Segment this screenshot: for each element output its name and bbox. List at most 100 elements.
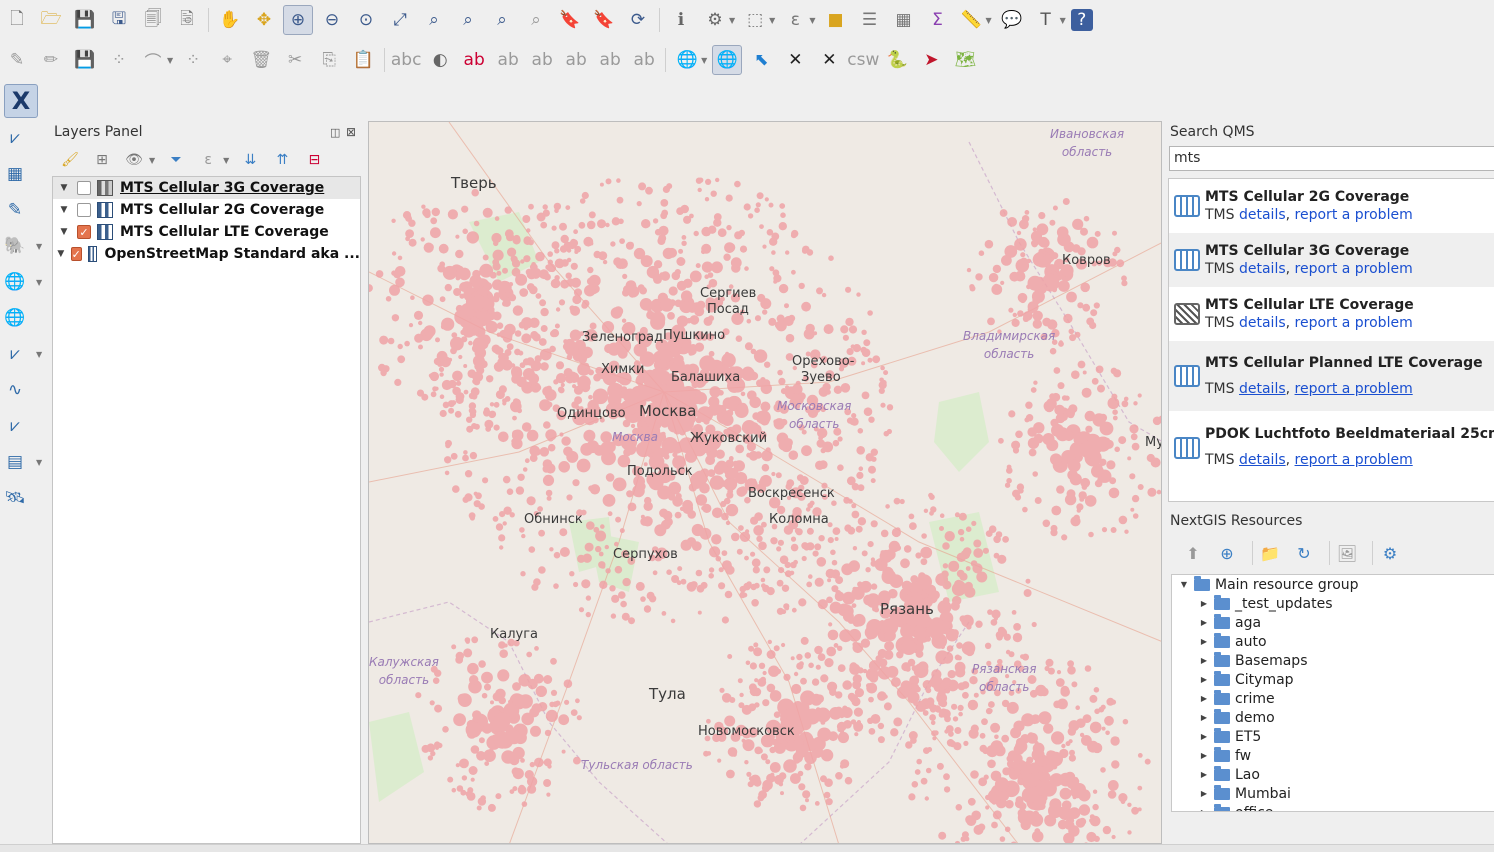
- details-link[interactable]: details: [1239, 452, 1286, 468]
- python-console-icon[interactable]: 🐍: [882, 45, 912, 75]
- chevron-down-icon[interactable]: ▼: [36, 278, 42, 287]
- qms-result-item[interactable]: MTS Cellular 2G Coverage TMS details, re…: [1169, 179, 1494, 233]
- nextgis-logo-button[interactable]: X: [4, 84, 38, 118]
- create-group-icon[interactable]: 📁: [1257, 540, 1283, 566]
- tree-item-row[interactable]: ▶ demo: [1172, 708, 1494, 727]
- tree-item-row[interactable]: ▶ Lao: [1172, 765, 1494, 784]
- filter-expression-icon[interactable]: ε: [196, 148, 220, 172]
- csw-icon[interactable]: csw: [847, 45, 879, 75]
- expand-arrow-icon[interactable]: ▶: [1198, 808, 1210, 811]
- expand-arrow-icon[interactable]: ▶: [1198, 732, 1210, 741]
- details-link[interactable]: details: [1239, 261, 1286, 277]
- new-bookmark-icon[interactable]: 🔖: [555, 5, 585, 35]
- tree-item-row[interactable]: ▶ fw: [1172, 746, 1494, 765]
- zoom-in-icon[interactable]: ⊕: [283, 5, 313, 35]
- report-problem-link[interactable]: report a problem: [1295, 315, 1413, 331]
- new-temporary-layer-icon[interactable]: ▤: [2, 449, 28, 475]
- move-label-icon[interactable]: ab: [561, 45, 591, 75]
- pan-icon[interactable]: ✋: [215, 5, 245, 35]
- zoom-last-icon[interactable]: ⌕: [487, 5, 517, 35]
- refresh-icon[interactable]: ↻: [1291, 540, 1317, 566]
- pin-labels-icon[interactable]: ab: [493, 45, 523, 75]
- new-shapefile-icon[interactable]: ⩗: [2, 413, 28, 439]
- identify-icon[interactable]: ℹ: [666, 5, 696, 35]
- label-toolbar-icon[interactable]: abc: [391, 45, 422, 75]
- expand-arrow-icon[interactable]: ▶: [1198, 656, 1210, 665]
- add-feature-icon[interactable]: ⁘: [104, 45, 134, 75]
- filter-legend-icon[interactable]: ⏷: [164, 148, 188, 172]
- georeferencer-icon[interactable]: 🛰: [2, 485, 28, 511]
- chevron-down-icon[interactable]: ▼: [36, 350, 42, 359]
- qms-result-item[interactable]: PDOK Luchtfoto Beeldmateriaal 25cm TMS d…: [1169, 411, 1494, 481]
- map-tips-icon[interactable]: 💬: [997, 5, 1027, 35]
- map-canvas[interactable]: Тверь Сергиев Посад Зеленоград Пушкино Х…: [368, 121, 1162, 844]
- layer-row-osm[interactable]: ▼ ✓ OpenStreetMap Standard aka ...: [53, 243, 360, 265]
- layer-row-mts-3g[interactable]: ▼ MTS Cellular 3G Coverage: [53, 177, 360, 199]
- save-as-icon[interactable]: 🖫: [104, 5, 134, 35]
- report-problem-link[interactable]: report a problem: [1295, 207, 1413, 223]
- qms-result-item[interactable]: MTS Cellular LTE Coverage TMS details, r…: [1169, 287, 1494, 341]
- highlight-labels-icon[interactable]: ab: [459, 45, 489, 75]
- tree-item-row[interactable]: ▶ office: [1172, 803, 1494, 811]
- select-by-value-icon[interactable]: ε: [780, 5, 810, 35]
- report-problem-link[interactable]: report a problem: [1295, 381, 1413, 397]
- qms-result-item[interactable]: MTS Cellular Planned LTE Coverage TMS de…: [1169, 341, 1494, 411]
- toggle-editing-icon[interactable]: ✏: [36, 45, 66, 75]
- modify-attributes-icon[interactable]: ⌖: [212, 45, 242, 75]
- identify-features-plugin-icon[interactable]: ⬉: [746, 45, 776, 75]
- nextgis-tools-icon[interactable]: ✕: [814, 45, 844, 75]
- run-action-icon[interactable]: ⚙: [700, 5, 730, 35]
- statistical-summary-icon[interactable]: Σ: [922, 5, 952, 35]
- show-hide-labels-icon[interactable]: ab: [527, 45, 557, 75]
- open-layer-styling-icon[interactable]: 🖌: [58, 148, 82, 172]
- layer-visibility-checkbox[interactable]: [77, 181, 91, 195]
- expand-arrow-icon[interactable]: ▶: [1198, 599, 1210, 608]
- vertex-tool-icon[interactable]: ⁘: [178, 45, 208, 75]
- details-link[interactable]: details: [1239, 207, 1286, 223]
- pan-to-selection-icon[interactable]: ✥: [249, 5, 279, 35]
- zoom-layer-icon[interactable]: ⌕: [453, 5, 483, 35]
- expand-arrow-icon[interactable]: ▶: [1198, 637, 1210, 646]
- field-calculator-icon[interactable]: ▦: [888, 5, 918, 35]
- rotate-label-icon[interactable]: ab: [595, 45, 625, 75]
- tree-item-row[interactable]: ▶ ET5: [1172, 727, 1494, 746]
- details-link[interactable]: details: [1239, 315, 1286, 331]
- paste-features-icon[interactable]: 📋: [348, 45, 378, 75]
- report-problem-link[interactable]: report a problem: [1295, 452, 1413, 468]
- tree-item-row[interactable]: ▶ _test_updates: [1172, 594, 1494, 613]
- new-project-icon[interactable]: 🗋: [2, 5, 32, 35]
- zoom-full-icon[interactable]: ⤢: [385, 5, 415, 35]
- chevron-down-icon[interactable]: ▼: [701, 56, 707, 65]
- zoom-selection-icon[interactable]: ⌕: [419, 5, 449, 35]
- chevron-down-icon[interactable]: ▼: [729, 16, 735, 25]
- expand-arrow-icon[interactable]: ▶: [1198, 751, 1210, 760]
- copy-features-icon[interactable]: ⎘: [314, 45, 344, 75]
- tree-item-row[interactable]: ▶ aga: [1172, 613, 1494, 632]
- add-wms-layer-icon[interactable]: 🌐: [2, 269, 28, 295]
- collapse-arrow-icon[interactable]: ▼: [1178, 580, 1190, 589]
- add-delimited-text-icon[interactable]: ✎: [2, 197, 28, 223]
- report-problem-link[interactable]: report a problem: [1295, 261, 1413, 277]
- plugin-map-icon[interactable]: 🗺: [950, 45, 980, 75]
- add-wfs-layer-icon[interactable]: ⩗: [2, 341, 28, 367]
- save-project-icon[interactable]: 💾: [70, 5, 100, 35]
- add-vector-layer-icon[interactable]: ⩗: [2, 125, 28, 151]
- qms-result-item[interactable]: MTS Cellular 3G Coverage TMS details, re…: [1169, 233, 1494, 287]
- expand-arrow-icon[interactable]: ▼: [57, 249, 65, 259]
- layer-row-mts-lte[interactable]: ▼ ✓ MTS Cellular LTE Coverage: [53, 221, 360, 243]
- collapse-all-icon[interactable]: ⇈: [270, 148, 294, 172]
- tree-item-row[interactable]: ▶ Citymap: [1172, 670, 1494, 689]
- remove-layer-icon[interactable]: ⊟: [302, 148, 326, 172]
- nextgis-connect-icon[interactable]: ✕: [780, 45, 810, 75]
- cut-features-icon[interactable]: ✂: [280, 45, 310, 75]
- chevron-down-icon[interactable]: ▼: [36, 458, 42, 467]
- create-resource-icon[interactable]: ⊕: [1214, 540, 1240, 566]
- search-qms-icon[interactable]: 🌐: [712, 45, 743, 75]
- layer-row-mts-2g[interactable]: ▼ MTS Cellular 2G Coverage: [53, 199, 360, 221]
- chevron-down-icon[interactable]: ▼: [985, 16, 991, 25]
- expand-arrow-icon[interactable]: ▶: [1198, 618, 1210, 627]
- add-wms-globe-icon[interactable]: 🌐: [672, 45, 702, 75]
- tree-item-row[interactable]: ▶ auto: [1172, 632, 1494, 651]
- refresh-icon[interactable]: ⟳: [623, 5, 653, 35]
- new-print-layout-icon[interactable]: 🗐: [138, 5, 168, 35]
